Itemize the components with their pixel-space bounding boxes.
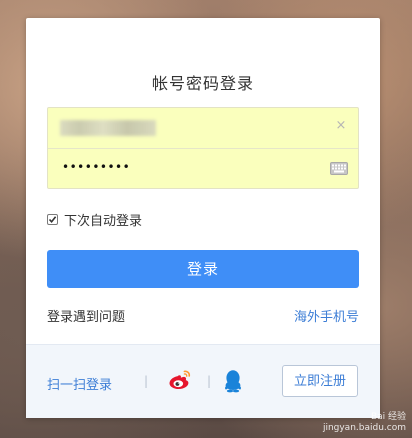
login-problem-link[interactable]: 登录遇到问题 xyxy=(47,306,125,325)
separator: | xyxy=(207,374,212,388)
watermark-site: jingyan.baidu.com xyxy=(322,423,406,433)
checkmark-icon xyxy=(48,215,57,223)
overseas-phone-link[interactable]: 海外手机号 xyxy=(294,306,359,325)
keyboard-icon[interactable] xyxy=(330,162,348,175)
login-dialog: 帐号密码登录 × ••••••••• 下次自动登录 登录 登录遇到问题 海外手机… xyxy=(26,18,380,418)
register-button[interactable]: 立即注册 xyxy=(282,365,358,397)
remember-label: 下次自动登录 xyxy=(64,213,143,229)
watermark-brand: Bai 经验 xyxy=(370,412,406,422)
scan-login-link[interactable]: 扫一扫登录 xyxy=(47,374,112,393)
remember-checkbox[interactable] xyxy=(47,213,58,225)
password-value: ••••••••• xyxy=(62,160,131,174)
weibo-icon[interactable] xyxy=(167,369,193,391)
username-field[interactable]: × xyxy=(48,108,358,149)
dialog-footer: 扫一扫登录 | | 立即注册 xyxy=(26,344,380,418)
separator: | xyxy=(144,374,149,388)
clear-icon[interactable]: × xyxy=(334,119,348,133)
username-value-obscured xyxy=(60,120,156,136)
credentials-group: × ••••••••• xyxy=(47,107,359,189)
dialog-title: 帐号密码登录 xyxy=(151,74,254,93)
baidu-jingyan-watermark: Bai 经验 jingyan.baidu.com xyxy=(323,412,406,434)
qq-icon[interactable] xyxy=(223,369,243,393)
login-button[interactable]: 登录 xyxy=(47,250,359,288)
password-field[interactable]: ••••••••• xyxy=(48,149,358,189)
remember-me[interactable]: 下次自动登录 xyxy=(47,211,143,229)
